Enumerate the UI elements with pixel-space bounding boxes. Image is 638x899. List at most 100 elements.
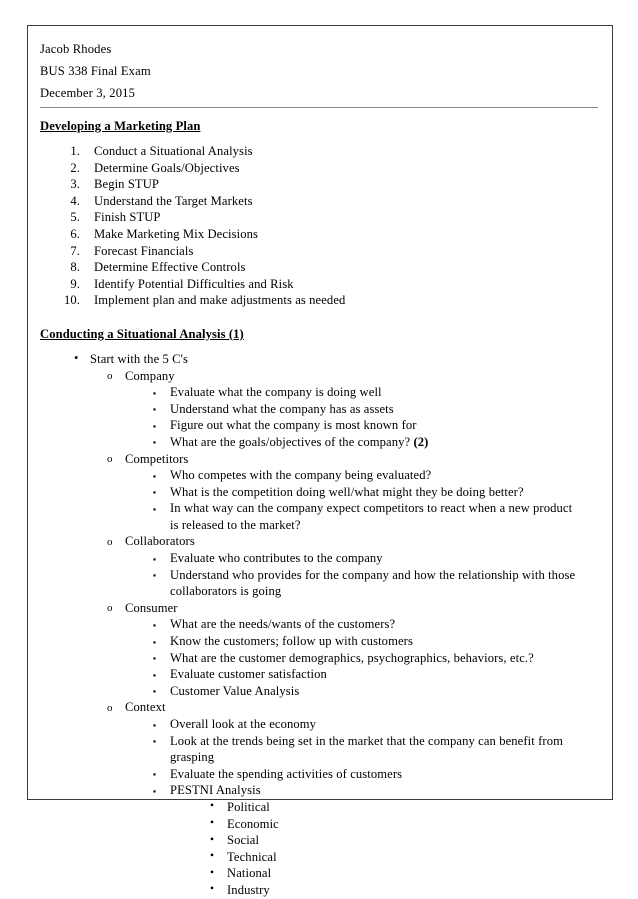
collaborators-points: ▪ Evaluate who contributes to the company… <box>125 550 584 600</box>
group-label: Collaborators <box>125 534 195 549</box>
list-text: Start with the 5 C's <box>90 351 189 366</box>
list-number: 7. <box>70 243 80 258</box>
list-item: • Political <box>170 799 584 816</box>
list-text: Determine Effective Controls <box>94 260 246 275</box>
section-heading-marketing-plan: Developing a Marketing Plan <box>40 119 201 133</box>
list-item: ▪ What is the competition doing well/what… <box>125 484 584 501</box>
list-item: ▪ What are the goals/objectives of the co… <box>125 434 584 451</box>
list-number: 3. <box>70 177 80 192</box>
list-item: ▪ Evaluate what the company is doing well <box>125 384 584 401</box>
context-points: ▪ Overall look at the economy ▪ Look at th… <box>125 716 584 899</box>
group-label: Context <box>125 700 166 715</box>
list-text: Social <box>227 833 260 848</box>
group-label: Competitors <box>125 451 189 466</box>
list-item: ▪ Customer Value Analysis <box>125 683 584 700</box>
square-bullet-icon: ▪ <box>153 719 157 730</box>
list-item: ▪ What are the needs/wants of the custome… <box>125 616 584 633</box>
list-item: • National <box>170 865 584 882</box>
square-bullet-icon: ▪ <box>153 669 157 680</box>
square-bullet-icon: ▪ <box>153 404 157 415</box>
list-number: 2. <box>70 160 80 175</box>
list-text: Understand the Target Markets <box>94 193 253 208</box>
list-item: 9. Identify Potential Difficulties and Ri… <box>40 276 584 293</box>
list-text: What are the goals/objectives of the com… <box>170 434 411 449</box>
square-bullet-icon: ▪ <box>153 686 157 697</box>
group-competitors: o Competitors ▪ Who competes with the com… <box>90 451 584 534</box>
course-title: BUS 338 Final Exam <box>40 64 151 78</box>
list-item: • Industry <box>170 882 584 899</box>
list-text: Determine Goals/Objectives <box>94 160 240 175</box>
list-item: ▪ Understand what the company has as asse… <box>125 401 584 418</box>
list-item: • Technical <box>170 849 584 866</box>
square-bullet-icon: ▪ <box>153 736 157 747</box>
circle-bullet-icon: o <box>107 701 113 714</box>
list-text: What is the competition doing well/what … <box>170 484 524 499</box>
list-text: Evaluate customer satisfaction <box>170 667 327 682</box>
pestni-factors: • Political • Economic • Social • Technical … <box>170 799 584 899</box>
list-item: ▪ Evaluate the spending activities of cus… <box>125 766 584 783</box>
circle-bullet-icon: o <box>107 370 113 383</box>
list-text: Evaluate who contributes to the company <box>170 551 383 566</box>
group-collaborators: o Collaborators ▪ Evaluate who contribute… <box>90 533 584 599</box>
document-date: December 3, 2015 <box>40 86 136 100</box>
list-number: 1. <box>70 144 80 158</box>
list-text: Political <box>227 799 270 814</box>
disc-bullet-icon: • <box>210 817 215 830</box>
group-context: o Context ▪ Overall look at the economy ▪… <box>90 699 584 898</box>
list-item: • Economic <box>170 816 584 833</box>
square-bullet-icon: ▪ <box>153 653 157 664</box>
list-text: Customer Value Analysis <box>170 683 300 698</box>
list-number: 5. <box>70 210 80 225</box>
list-text: Who competes with the company being eval… <box>170 468 432 483</box>
document-body: Developing a Marketing Plan 1. Conduct a … <box>40 117 598 899</box>
reference-marker: (2) <box>413 434 429 449</box>
circle-bullet-icon: o <box>107 453 113 465</box>
company-points: ▪ Evaluate what the company is doing well… <box>125 384 584 450</box>
list-text: Understand who provides for the company … <box>170 567 576 599</box>
five-cs-list: • Start with the 5 C's o Company ▪ Evalua… <box>40 351 584 899</box>
list-item: • Social <box>170 832 584 849</box>
list-item: ▪ Look at the trends being set in the mar… <box>125 733 584 766</box>
list-text: Figure out what the company is most know… <box>170 418 417 433</box>
five-cs-groups: o Company ▪ Evaluate what the company is … <box>90 368 584 899</box>
list-item: ▪ What are the customer demographics, psy… <box>125 650 584 667</box>
list-number: 8. <box>70 260 80 275</box>
list-text: PESTNI Analysis <box>170 783 261 798</box>
page-content: Jacob Rhodes BUS 338 Final Exam December… <box>28 26 612 899</box>
list-text: Evaluate the spending activities of cust… <box>170 766 403 781</box>
square-bullet-icon: ▪ <box>153 470 157 481</box>
list-text: Identify Potential Difficulties and Risk <box>94 276 294 291</box>
square-bullet-icon: ▪ <box>153 785 157 796</box>
list-item: ▪ Overall look at the economy <box>125 716 584 733</box>
circle-bullet-icon: o <box>107 602 113 615</box>
list-number: 10. <box>63 293 80 308</box>
list-text: Industry <box>227 882 270 897</box>
list-text: Overall look at the economy <box>170 717 317 731</box>
disc-bullet-icon: • <box>210 866 215 879</box>
list-item: ▪ Know the customers; follow up with cust… <box>125 633 584 650</box>
list-text: Begin STUP <box>94 177 160 192</box>
consumer-points: ▪ What are the needs/wants of the custome… <box>125 616 584 699</box>
group-company: o Company ▪ Evaluate what the company is … <box>90 368 584 451</box>
document-page: Jacob Rhodes BUS 338 Final Exam December… <box>27 25 613 897</box>
list-text: Look at the trends being set in the mark… <box>170 733 563 765</box>
list-item: 6. Make Marketing Mix Decisions <box>40 226 584 243</box>
list-item: ▪ Who competes with the company being eva… <box>125 467 584 484</box>
group-label: Company <box>125 368 175 383</box>
group-label: Consumer <box>125 600 178 615</box>
section-2: Conducting a Situational Analysis (1) <box>40 325 584 349</box>
list-text: Understand what the company has as asset… <box>170 401 394 416</box>
list-text: What are the needs/wants of the customer… <box>170 617 396 632</box>
list-item-five-cs: • Start with the 5 C's o Company ▪ Evalua… <box>40 351 584 899</box>
section-1: Developing a Marketing Plan <box>40 117 584 141</box>
square-bullet-icon: ▪ <box>153 553 157 564</box>
marketing-plan-steps-list: 1. Conduct a Situational Analysis 2. Deter… <box>40 143 584 309</box>
author-name: Jacob Rhodes <box>40 42 112 56</box>
disc-bullet-icon: • <box>210 800 215 813</box>
document-header: Jacob Rhodes BUS 338 Final Exam December… <box>40 38 598 104</box>
list-text: National <box>227 866 272 881</box>
list-text: In what way can the company expect compe… <box>170 501 573 532</box>
square-bullet-icon: ▪ <box>153 420 157 431</box>
list-text: What are the customer demographics, psyc… <box>170 650 534 665</box>
square-bullet-icon: ▪ <box>153 487 157 498</box>
